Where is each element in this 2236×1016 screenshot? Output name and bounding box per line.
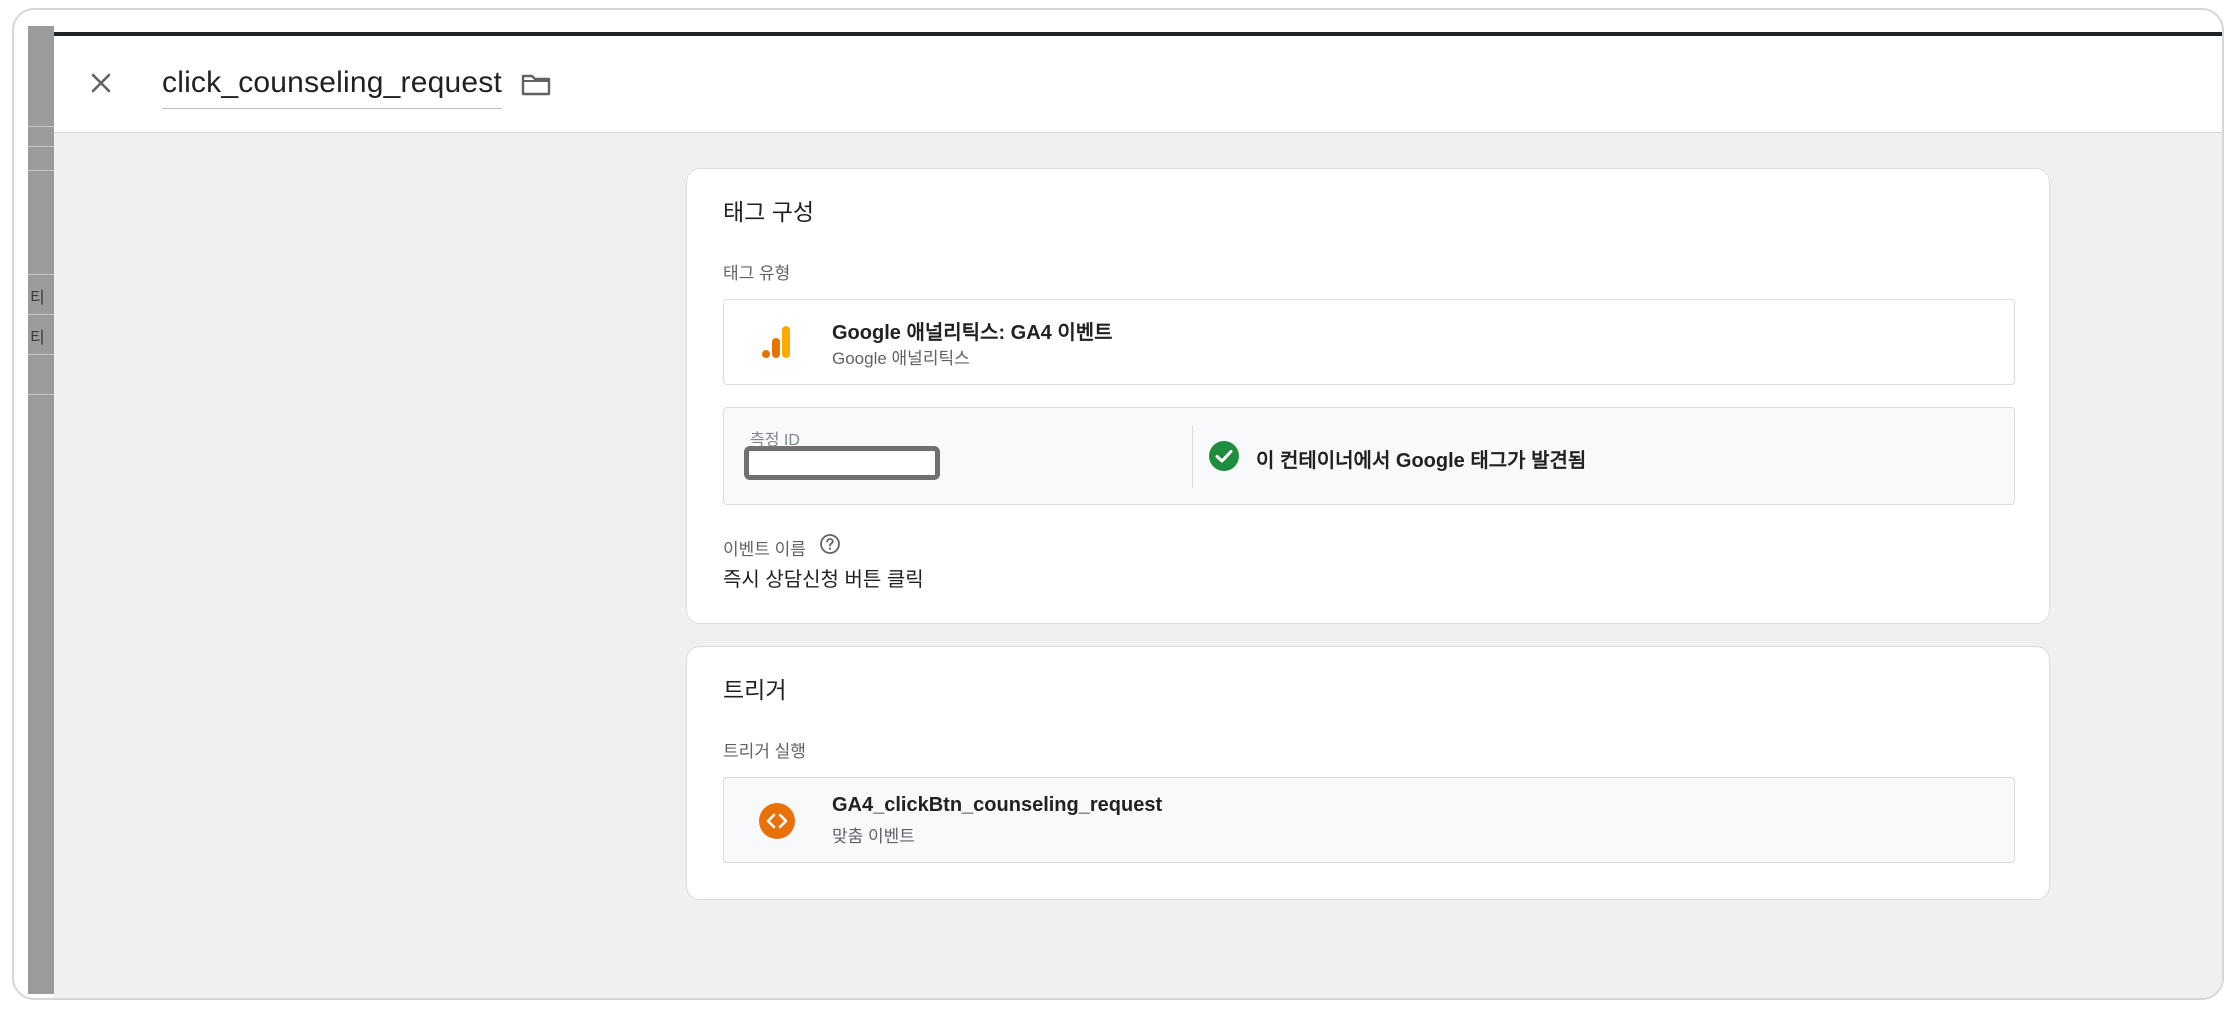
strip-char: 티	[30, 330, 45, 347]
trigger-type: 맞춤 이벤트	[832, 827, 915, 846]
folder-icon	[521, 74, 551, 96]
tag-type-sub: Google 애널리틱스	[832, 349, 970, 368]
folder-button[interactable]	[520, 68, 552, 100]
tag-type-name: Google 애널리틱스: GA4 이벤트	[832, 322, 1113, 344]
tag-type-row[interactable]: Google 애널리틱스: GA4 이벤트 Google 애널리틱스	[723, 299, 2015, 385]
measurement-id-row: 측정 ID 이 컨테이너에서 Google 태그가 발견됨	[723, 407, 2015, 505]
card-title: 태그 구성	[723, 199, 815, 225]
firing-triggers-label: 트리거 실행	[723, 742, 806, 761]
close-icon	[91, 73, 111, 93]
strip-divider	[28, 146, 54, 147]
measurement-id-field[interactable]	[744, 446, 940, 480]
strip-divider	[28, 314, 54, 315]
strip-divider	[28, 170, 54, 171]
strip-divider	[28, 394, 54, 395]
strip-divider	[28, 354, 54, 355]
tag-name-input[interactable]: click_counseling_request	[162, 66, 503, 109]
help-icon	[820, 534, 840, 554]
check-circle-icon	[1209, 441, 1239, 471]
help-button[interactable]	[819, 533, 841, 555]
triggers-card[interactable]: 트리거 트리거 실행 GA4_clickBtn_counseling_reque…	[686, 646, 2050, 900]
app-window: 티 티 click_counseling_request 태그 구성 태그 유형…	[12, 8, 2224, 1000]
trigger-name: GA4_clickBtn_counseling_request	[832, 794, 1163, 816]
tag-editor-panel: click_counseling_request 태그 구성 태그 유형 Goo…	[54, 32, 2222, 998]
strip-char: 티	[30, 290, 45, 307]
close-button[interactable]	[84, 66, 118, 100]
strip-divider	[28, 274, 54, 275]
divider	[1192, 426, 1193, 488]
trigger-row[interactable]: GA4_clickBtn_counseling_request 맞춤 이벤트	[723, 777, 2015, 863]
strip-divider	[28, 126, 54, 127]
event-name-label: 이벤트 이름	[723, 540, 806, 559]
event-name-value: 즉시 상담신청 버튼 클릭	[723, 569, 924, 591]
tag-type-label: 태그 유형	[723, 264, 791, 283]
editor-header: click_counseling_request	[54, 36, 2222, 133]
analytics-bar-icon	[762, 326, 790, 358]
google-tag-status: 이 컨테이너에서 Google 태그가 발견됨	[1256, 450, 1587, 472]
custom-event-icon	[759, 803, 795, 839]
background-sidebar-strip: 티 티	[28, 26, 54, 994]
card-title: 트리거	[723, 677, 787, 703]
tag-config-card[interactable]: 태그 구성 태그 유형 Google 애널리틱스: GA4 이벤트 Google…	[686, 168, 2050, 624]
